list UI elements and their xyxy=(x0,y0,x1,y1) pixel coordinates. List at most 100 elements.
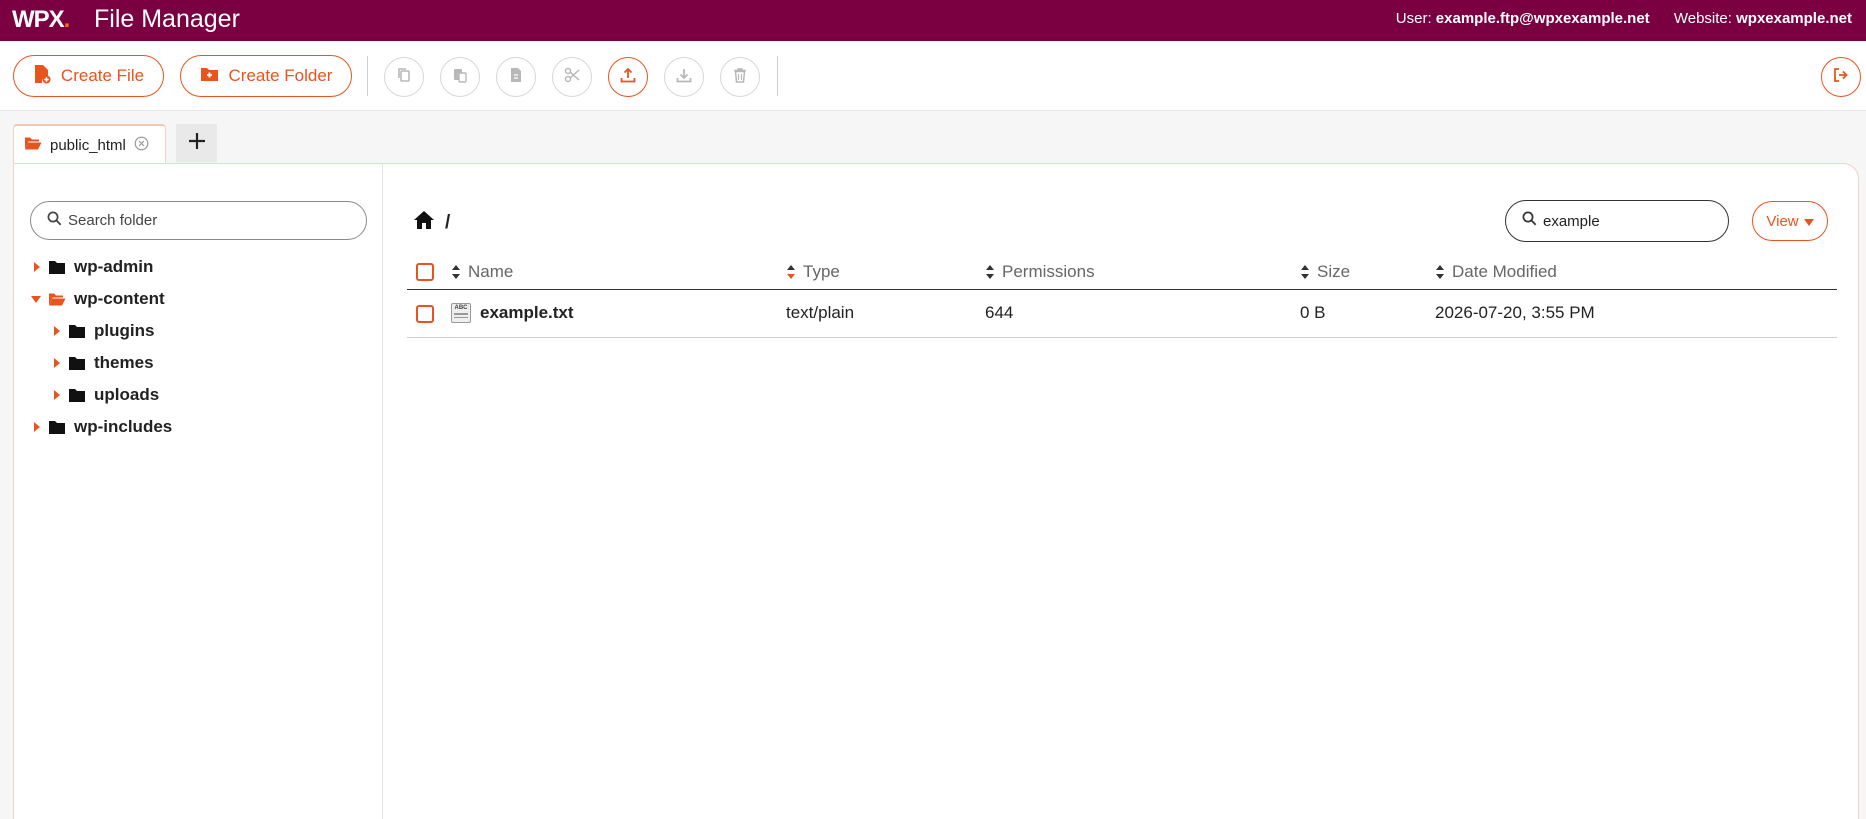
paste-button[interactable] xyxy=(440,57,480,97)
file-name-cell[interactable]: ABC example.txt xyxy=(451,303,574,323)
folder-icon xyxy=(48,420,66,435)
caret-down-icon[interactable] xyxy=(30,295,42,303)
caret-right-icon[interactable] xyxy=(30,262,42,272)
column-label: Size xyxy=(1317,262,1351,281)
search-folder-input[interactable] xyxy=(68,212,338,229)
close-tab-icon[interactable] xyxy=(134,136,149,155)
website-label: Website: xyxy=(1673,10,1732,27)
create-folder-label: Create Folder xyxy=(228,66,333,85)
duplicate-icon xyxy=(508,67,524,88)
search-folder-box[interactable] xyxy=(30,201,367,240)
breadcrumb: / xyxy=(413,210,450,236)
table-row[interactable]: ABC example.txt text/plain 644 0 B 2026-… xyxy=(407,290,1837,338)
search-icon xyxy=(1522,211,1537,231)
breadcrumb-separator: / xyxy=(445,212,451,233)
caret-right-icon[interactable] xyxy=(50,390,62,400)
column-label: Type xyxy=(803,262,840,281)
file-date-cell: 2026-07-20, 3:55 PM xyxy=(1435,303,1595,322)
tab-label: public_html xyxy=(50,136,126,154)
text-file-icon: ABC xyxy=(451,303,471,323)
website-value: wpxexample.net xyxy=(1736,10,1852,27)
column-header-size[interactable]: Size xyxy=(1300,262,1350,282)
top-bar: WPX. File Manager User: example.ftp@wpxe… xyxy=(0,0,1866,41)
tree-item-label: wp-content xyxy=(74,289,165,308)
caret-down-icon xyxy=(1803,213,1814,230)
sort-icon xyxy=(1300,264,1310,280)
tree-item-plugins[interactable]: plugins xyxy=(50,320,154,342)
upload-button[interactable] xyxy=(608,57,648,97)
create-file-label: Create File xyxy=(60,66,145,85)
copy-icon xyxy=(396,67,412,88)
toolbar: Create File Create Folder xyxy=(0,41,1866,111)
caret-right-icon[interactable] xyxy=(30,422,42,432)
home-icon[interactable] xyxy=(413,210,435,236)
trash-icon xyxy=(732,67,748,88)
tree-item-wp-content[interactable]: wp-content xyxy=(30,288,165,310)
select-all-checkbox[interactable] xyxy=(416,263,434,281)
tree-item-label: plugins xyxy=(94,321,155,340)
column-header-type[interactable]: Type xyxy=(786,262,840,282)
add-tab-button[interactable] xyxy=(176,124,217,162)
file-table: Name Type Permissions Size Date Modified xyxy=(407,254,1837,338)
download-icon xyxy=(676,67,692,88)
sort-icon xyxy=(451,264,461,280)
folder-icon xyxy=(68,356,86,371)
tree-item-themes[interactable]: themes xyxy=(50,352,154,374)
cut-button[interactable] xyxy=(552,57,592,97)
column-header-permissions[interactable]: Permissions xyxy=(985,262,1095,282)
download-button[interactable] xyxy=(664,57,704,97)
paste-icon xyxy=(452,67,468,88)
tree-item-label: themes xyxy=(94,353,154,372)
file-name: example.txt xyxy=(480,303,574,322)
view-dropdown-button[interactable]: View xyxy=(1752,201,1828,241)
create-folder-button[interactable]: Create Folder xyxy=(180,55,352,97)
tab-public-html[interactable]: public_html xyxy=(13,124,166,164)
column-header-date-modified[interactable]: Date Modified xyxy=(1435,262,1557,282)
column-label: Date Modified xyxy=(1452,262,1557,281)
logo: WPX. xyxy=(12,6,70,33)
user-value: example.ftp@wpxexample.net xyxy=(1435,10,1650,27)
plus-icon xyxy=(187,131,207,156)
create-file-button[interactable]: Create File xyxy=(13,55,164,97)
app-title: File Manager xyxy=(94,5,240,33)
logout-icon xyxy=(1833,67,1849,88)
file-permissions-cell: 644 xyxy=(985,303,1014,322)
file-size-cell: 0 B xyxy=(1300,303,1326,322)
search-icon xyxy=(47,211,62,231)
column-header-name[interactable]: Name xyxy=(451,262,513,282)
folder-icon xyxy=(68,324,86,339)
cut-icon xyxy=(564,67,580,88)
tree-item-uploads[interactable]: uploads xyxy=(50,384,159,406)
row-checkbox[interactable] xyxy=(416,305,434,323)
open-folder-icon xyxy=(24,136,42,155)
duplicate-button[interactable] xyxy=(496,57,536,97)
new-file-icon xyxy=(33,64,51,89)
file-search-box[interactable] xyxy=(1505,200,1729,242)
file-type-cell: text/plain xyxy=(786,303,855,322)
tree-item-wp-admin[interactable]: wp-admin xyxy=(30,256,153,278)
main-panel: wp-admin wp-content plugins themes uploa xyxy=(13,163,1859,819)
tree-item-wp-includes[interactable]: wp-includes xyxy=(30,416,172,438)
user-label: User: xyxy=(1395,10,1432,27)
folder-sidebar: wp-admin wp-content plugins themes uploa xyxy=(14,164,383,819)
caret-right-icon[interactable] xyxy=(50,358,62,368)
sort-icon xyxy=(985,264,995,280)
tree-item-label: wp-includes xyxy=(74,417,173,436)
column-label: Permissions xyxy=(1002,262,1095,281)
tree-item-label: uploads xyxy=(94,385,160,404)
delete-button[interactable] xyxy=(720,57,760,97)
tree-item-label: wp-admin xyxy=(74,257,154,276)
column-label: Name xyxy=(468,262,514,281)
file-search-input[interactable] xyxy=(1543,212,1713,230)
view-label: View xyxy=(1766,212,1799,230)
logout-button[interactable] xyxy=(1821,57,1861,97)
new-folder-icon xyxy=(200,66,219,87)
open-folder-icon xyxy=(48,292,66,307)
sort-desc-icon xyxy=(786,264,796,280)
account-info: User: example.ftp@wpxexample.net Website… xyxy=(1396,10,1852,27)
folder-icon xyxy=(68,388,86,403)
folder-icon xyxy=(48,260,66,275)
table-header: Name Type Permissions Size Date Modified xyxy=(407,254,1837,290)
copy-button[interactable] xyxy=(384,57,424,97)
caret-right-icon[interactable] xyxy=(50,326,62,336)
